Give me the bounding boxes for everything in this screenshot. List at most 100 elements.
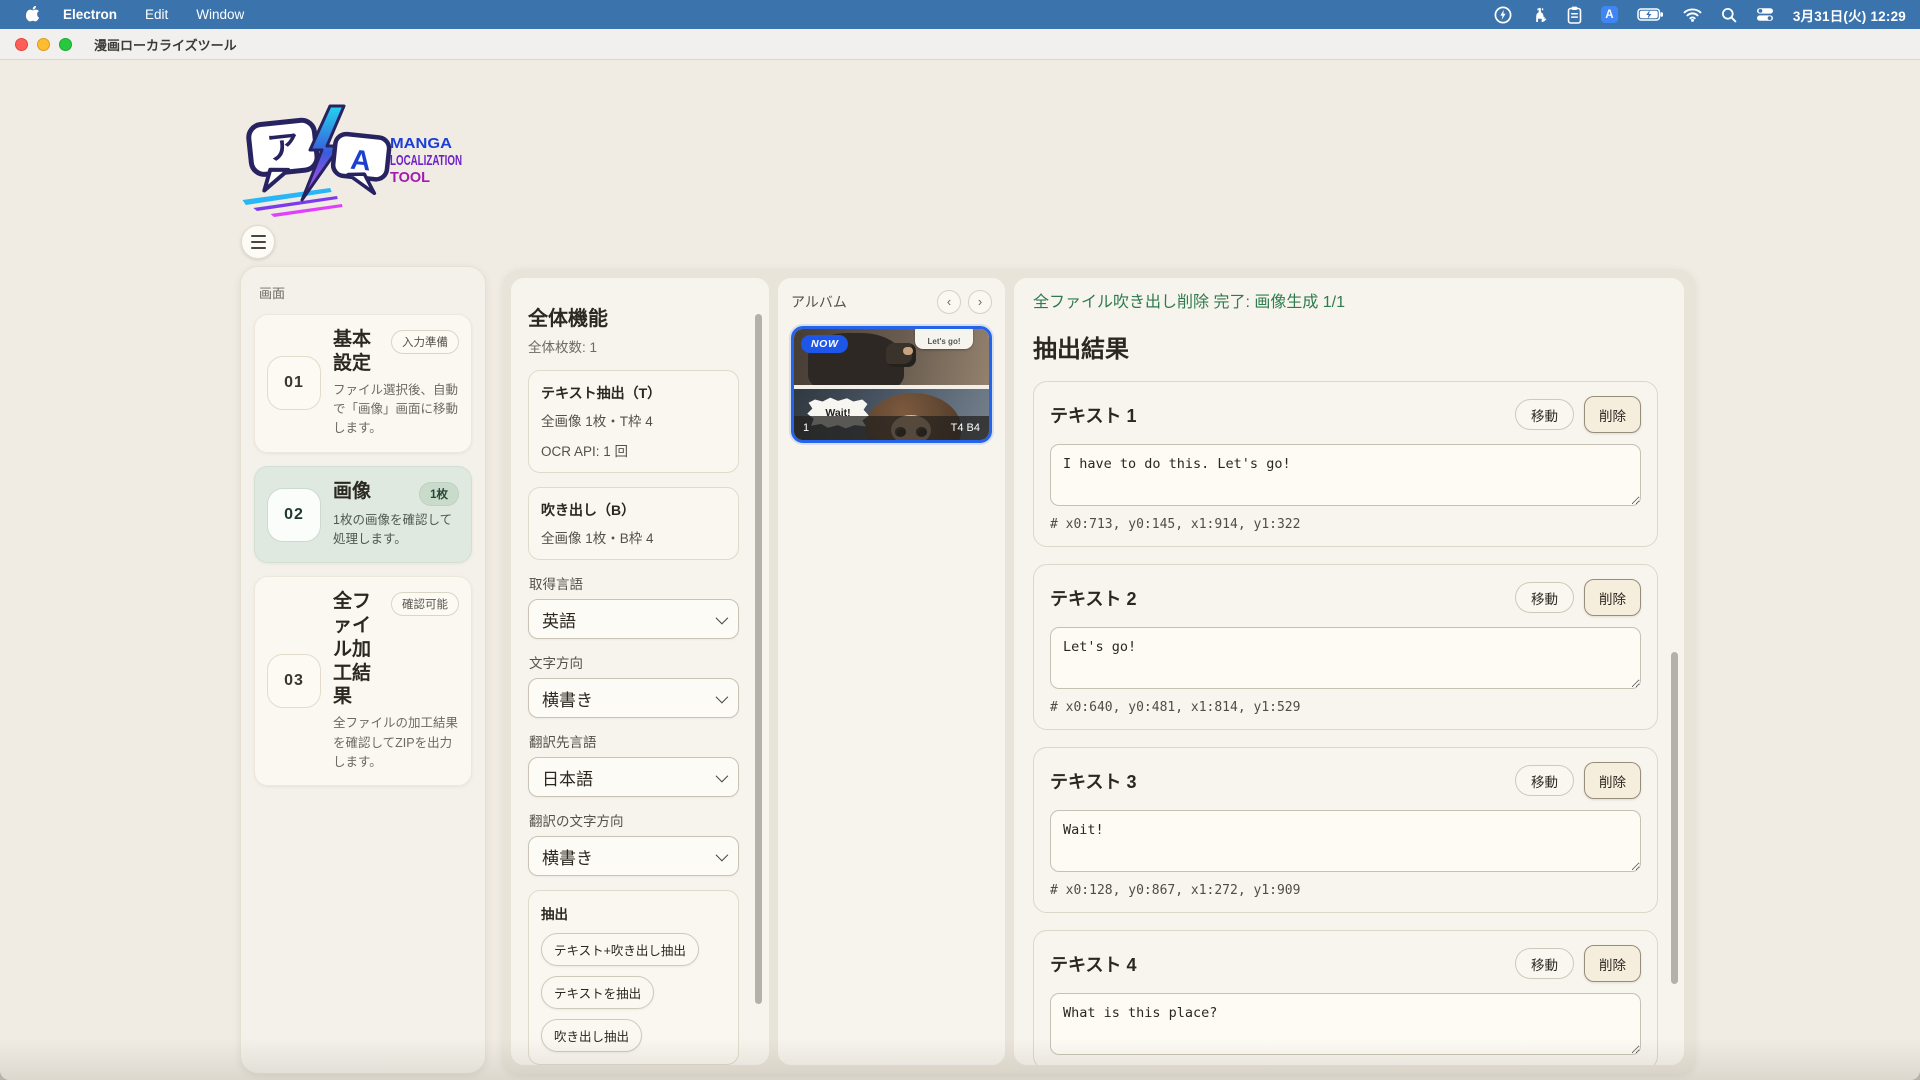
results-scrollbar[interactable] bbox=[1671, 652, 1678, 984]
control-center-icon[interactable] bbox=[1756, 7, 1774, 22]
zoom-window-button[interactable] bbox=[59, 38, 72, 51]
bbox-coordinates: # x0:640, y0:481, x1:814, y1:529 bbox=[1050, 700, 1641, 715]
spotlight-search-icon[interactable] bbox=[1721, 7, 1737, 23]
macos-menu-bar: Electron Edit Window A 3月31日(火) 12:29 bbox=[0, 0, 1920, 29]
main-panels-container: 全体機能 全体枚数: 1 テキスト抽出（T） 全画像 1枚・T枠 4 OCR A… bbox=[503, 269, 1695, 1074]
album-label: アルバム bbox=[791, 292, 847, 312]
menu-window[interactable]: Window bbox=[196, 7, 244, 22]
sidebar-step-image[interactable]: 02 画像 1枚 1枚の画像を確認して処理します。 bbox=[254, 466, 472, 564]
menu-clock[interactable]: 3月31日(火) 12:29 bbox=[1793, 5, 1906, 25]
logo-bubble-right: A bbox=[331, 133, 391, 194]
page-number: 1 bbox=[803, 422, 809, 434]
extract-text-button[interactable]: テキストを抽出 bbox=[541, 976, 654, 1009]
delete-button[interactable]: 削除 bbox=[1584, 762, 1641, 799]
text-block-title: テキスト 2 bbox=[1050, 585, 1136, 611]
wifi-icon[interactable] bbox=[1683, 7, 1702, 22]
field-label: 翻訳の文字方向 bbox=[529, 810, 739, 830]
text-block-title: テキスト 3 bbox=[1050, 768, 1136, 794]
battery-icon[interactable] bbox=[1637, 7, 1664, 22]
extraction-actions-card: 抽出 テキスト+吹き出し抽出 テキストを抽出 吹き出し抽出 bbox=[528, 890, 739, 1065]
extracted-text-input[interactable]: I have to do this. Let's go! bbox=[1050, 444, 1641, 506]
extracted-text-input[interactable]: Let's go! bbox=[1050, 627, 1641, 689]
bbox-coordinates: # x0:713, y0:145, x1:914, y1:322 bbox=[1050, 517, 1641, 532]
total-pages-label: 全体枚数: 1 bbox=[528, 336, 739, 356]
extracted-text-input[interactable]: What is this place? bbox=[1050, 993, 1641, 1055]
delete-button[interactable]: 削除 bbox=[1584, 945, 1641, 982]
thumbnail-info-bar: 1 T4 B4 bbox=[794, 416, 989, 440]
move-button[interactable]: 移動 bbox=[1515, 948, 1574, 979]
step-number: 01 bbox=[267, 356, 321, 410]
svg-text:TOOL: TOOL bbox=[390, 169, 430, 186]
sidebar-label: 画面 bbox=[259, 283, 472, 302]
panel-title: 全体機能 bbox=[528, 302, 739, 331]
step-description: ファイル選択後、自動で「画像」画面に移動します。 bbox=[333, 381, 459, 439]
bolt-circle-icon[interactable] bbox=[1494, 6, 1512, 24]
text-block-3: テキスト 3 移動 削除 Wait! # x0:128, y0:867, x1:… bbox=[1033, 747, 1658, 913]
translation-direction-select[interactable]: 横書き bbox=[528, 836, 739, 876]
menu-toggle-button[interactable] bbox=[241, 225, 275, 259]
field-label: 文字方向 bbox=[529, 652, 739, 672]
extraction-results-panel: 全ファイル吹き出し削除 完了: 画像生成 1/1 抽出結果 テキスト 1 移動 … bbox=[1013, 277, 1685, 1066]
svg-text:ア: ア bbox=[265, 128, 301, 167]
field-label: 取得言語 bbox=[529, 573, 739, 593]
extract-bubbles-button[interactable]: 吹き出し抽出 bbox=[541, 1019, 642, 1052]
results-title: 抽出結果 bbox=[1033, 329, 1658, 364]
step-title: 全ファイル加工結果 bbox=[333, 590, 385, 709]
svg-text:MANGA: MANGA bbox=[390, 135, 452, 152]
album-prev-button[interactable]: ‹ bbox=[937, 290, 961, 314]
text-direction-select[interactable]: 横書き bbox=[528, 678, 739, 718]
album-panel: アルバム ‹ › Let's go! bbox=[777, 277, 1006, 1066]
frame-counts: T4 B4 bbox=[951, 422, 980, 434]
delete-button[interactable]: 削除 bbox=[1584, 396, 1641, 433]
llama-tray-icon[interactable] bbox=[1531, 6, 1548, 24]
apple-menu-icon[interactable] bbox=[26, 6, 41, 23]
select-value: 横書き bbox=[542, 844, 593, 869]
bubble-summary-card: 吹き出し（B） 全画像 1枚・B枠 4 bbox=[528, 487, 739, 560]
step-status-badge: 確認可能 bbox=[391, 592, 459, 616]
window-title-bar: 漫画ローカライズツール bbox=[0, 29, 1920, 60]
card-title: 吹き出し（B） bbox=[541, 500, 726, 520]
extract-text-and-bubbles-button[interactable]: テキスト+吹き出し抽出 bbox=[541, 933, 699, 966]
text-block-2: テキスト 2 移動 削除 Let's go! # x0:640, y0:481,… bbox=[1033, 564, 1658, 730]
step-status-badge: 入力準備 bbox=[391, 330, 459, 354]
minimize-window-button[interactable] bbox=[37, 38, 50, 51]
app-window: 漫画ローカライズツール ア bbox=[0, 29, 1920, 1080]
move-button[interactable]: 移動 bbox=[1515, 582, 1574, 613]
card-line: 全画像 1枚・B枠 4 bbox=[541, 527, 726, 547]
step-description: 全ファイルの加工結果を確認してZIPを出力します。 bbox=[333, 714, 459, 772]
album-next-button[interactable]: › bbox=[968, 290, 992, 314]
target-language-select[interactable]: 日本語 bbox=[528, 757, 739, 797]
step-title: 基本設定 bbox=[333, 328, 385, 376]
move-button[interactable]: 移動 bbox=[1515, 399, 1574, 430]
sidebar-step-basic-settings[interactable]: 01 基本設定 入力準備 ファイル選択後、自動で「画像」画面に移動します。 bbox=[254, 314, 472, 453]
fist bbox=[886, 343, 916, 367]
album-thumbnail-selected[interactable]: Let's go! Wait! 1 T4 B4 NOW bbox=[791, 326, 992, 443]
controls-scrollbar[interactable] bbox=[755, 314, 762, 1004]
sidebar-step-all-files-result[interactable]: 03 全ファイル加工結果 確認可能 全ファイルの加工結果を確認してZIPを出力し… bbox=[254, 576, 472, 786]
delete-button[interactable]: 削除 bbox=[1584, 579, 1641, 616]
input-source-icon[interactable]: A bbox=[1601, 6, 1618, 23]
extracted-text-input[interactable]: Wait! bbox=[1050, 810, 1641, 872]
step-number: 02 bbox=[267, 488, 321, 542]
screen-sidebar: 画面 01 基本設定 入力準備 ファイル選択後、自動で「画像」画面に移動します。… bbox=[240, 266, 486, 1074]
move-button[interactable]: 移動 bbox=[1515, 765, 1574, 796]
window-title: 漫画ローカライズツール bbox=[94, 35, 237, 54]
close-window-button[interactable] bbox=[15, 38, 28, 51]
clipboard-icon[interactable] bbox=[1567, 6, 1582, 24]
card-line: OCR API: 1 回 bbox=[541, 440, 726, 460]
text-block-title: テキスト 4 bbox=[1050, 951, 1136, 977]
source-language-select[interactable]: 英語 bbox=[528, 599, 739, 639]
menu-edit[interactable]: Edit bbox=[145, 7, 168, 22]
card-title: テキスト抽出（T） bbox=[541, 383, 726, 403]
select-value: 横書き bbox=[542, 686, 593, 711]
text-extraction-summary-card: テキスト抽出（T） 全画像 1枚・T枠 4 OCR API: 1 回 bbox=[528, 370, 739, 473]
now-badge: NOW bbox=[801, 335, 848, 353]
card-title: 抽出 bbox=[541, 903, 726, 923]
app-content: ア A MANGA LOCALIZATION TOOL 画面 bbox=[0, 60, 1920, 1080]
field-label: 翻訳先言語 bbox=[529, 731, 739, 751]
svg-text:LOCALIZATION: LOCALIZATION bbox=[390, 152, 462, 169]
step-status-badge: 1枚 bbox=[419, 482, 459, 506]
step-number: 03 bbox=[267, 654, 321, 708]
text-block-title: テキスト 1 bbox=[1050, 402, 1136, 428]
menu-app-name[interactable]: Electron bbox=[63, 7, 117, 22]
